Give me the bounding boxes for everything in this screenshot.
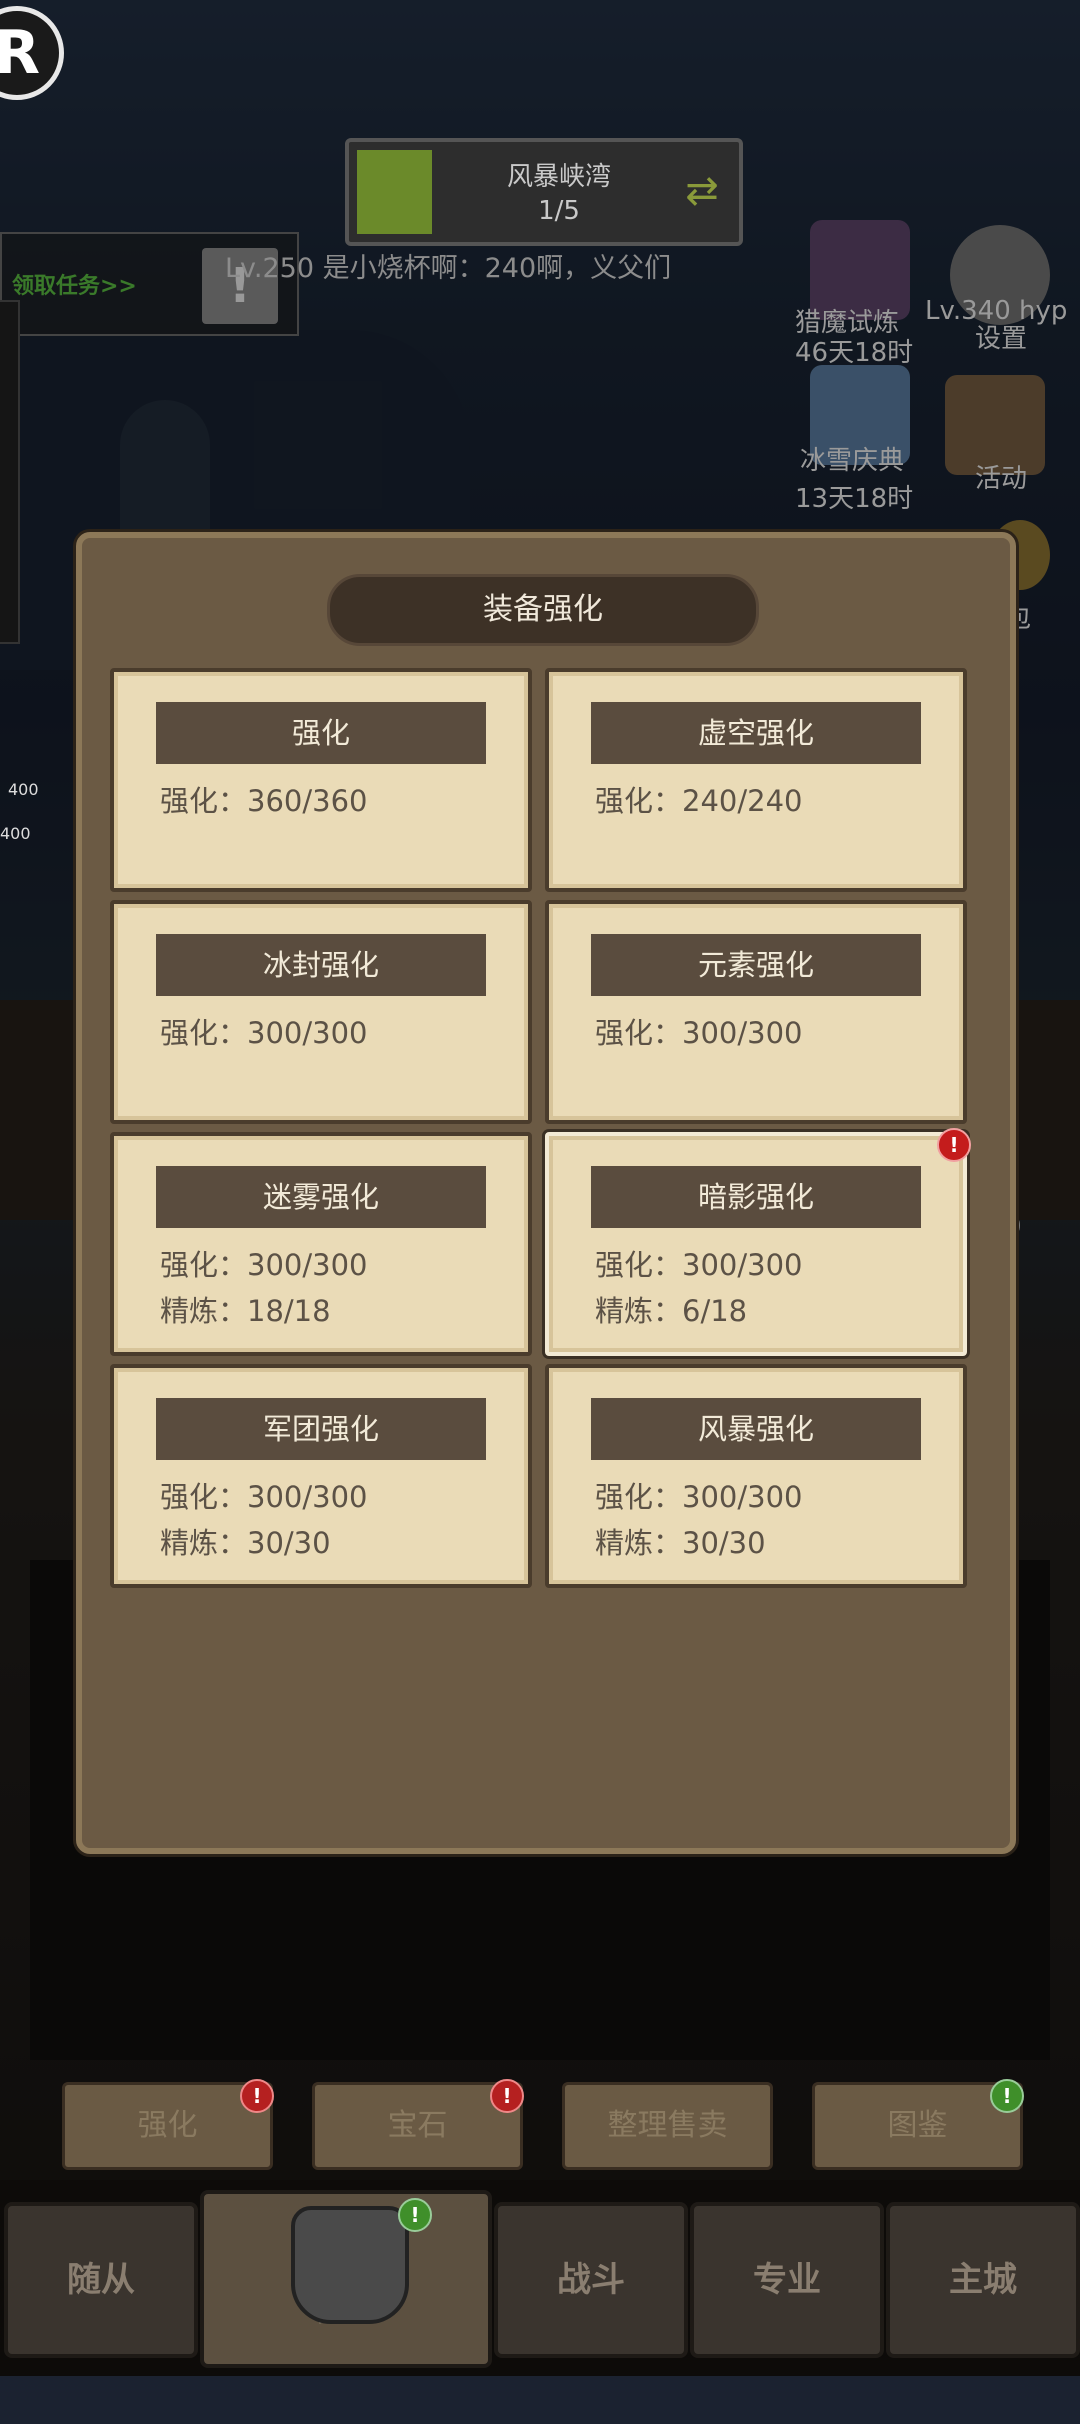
nav-followers-label: 随从 (67, 2260, 135, 2300)
nav-battle-label: 战斗 (557, 2260, 625, 2300)
card-refine-level: 精炼：18/18 (160, 1294, 331, 1328)
stage-name: 风暴峡湾 (506, 162, 611, 192)
card-title: 冰封强化 (156, 934, 486, 996)
nav-profession[interactable]: 专业 (690, 2202, 884, 2358)
card-enhance-level: 强化：300/300 (595, 1016, 803, 1050)
card-refine-level: 精炼：30/30 (160, 1526, 331, 1560)
nav-equipment[interactable]: 装备 ! (200, 2190, 492, 2368)
enhance-tab-label: 强化 (137, 2108, 198, 2143)
sort-sell-label: 整理售卖 (607, 2108, 728, 2143)
card-element-enhance[interactable]: 元素强化 强化：300/300 (545, 900, 967, 1124)
nav-battle[interactable]: 战斗 (494, 2202, 688, 2358)
stage-progress: 1/5 (538, 196, 580, 226)
nav-followers[interactable]: 随从 (4, 2202, 198, 2358)
codex-tab-button[interactable]: 图鉴 ! (812, 2079, 1024, 2170)
task-label[interactable]: 领取任务>> (12, 268, 137, 300)
alert-badge-icon: ! (937, 1128, 971, 1162)
event-timer-2: 13天18时 (795, 484, 914, 514)
card-enhance-level: 强化：300/300 (160, 1016, 368, 1050)
event-label-2: 冰雪庆典 (800, 446, 905, 476)
card-enhance[interactable]: 强化 强化：360/360 (110, 668, 532, 892)
card-title: 强化 (156, 702, 486, 764)
card-title: 风暴强化 (591, 1398, 921, 1460)
modal-title: 装备强化 (327, 574, 759, 646)
card-refine-level: 精炼：6/18 (595, 1294, 748, 1328)
armor-icon (291, 2206, 409, 2324)
card-shadow-enhance[interactable]: 暗影强化 强化：300/300 精炼：6/18 ! (545, 1128, 971, 1356)
alert-badge-icon: ! (490, 2079, 524, 2113)
card-enhance-level: 强化：300/300 (160, 1248, 368, 1282)
codex-tab-label: 图鉴 (887, 2108, 948, 2143)
card-enhance-level: 强化：300/300 (595, 1248, 803, 1282)
card-frozen-enhance[interactable]: 冰封强化 强化：300/300 (110, 900, 532, 1124)
card-title: 暗影强化 (591, 1166, 921, 1228)
event-timer-1: 46天18时 (795, 338, 914, 368)
card-void-enhance[interactable]: 虚空强化 强化：240/240 (545, 668, 967, 892)
gem-tab-label: 宝石 (387, 2108, 448, 2143)
card-enhance-level: 强化：300/300 (595, 1480, 803, 1514)
card-title: 迷雾强化 (156, 1166, 486, 1228)
left-side-tab[interactable] (0, 300, 20, 644)
alert-badge-icon: ! (398, 2198, 432, 2232)
card-refine-level: 精炼：30/30 (595, 1526, 766, 1560)
stage-progress-bar (357, 150, 432, 234)
card-legion-enhance[interactable]: 军团强化 强化：300/300 精炼：30/30 (110, 1364, 532, 1588)
card-storm-enhance[interactable]: 风暴强化 强化：300/300 精炼：30/30 (545, 1364, 967, 1588)
settings-label: 设置 (975, 324, 1028, 354)
nav-main-city-label: 主城 (949, 2260, 1017, 2300)
card-enhance-level: 强化：240/240 (595, 784, 803, 818)
stage-indicator[interactable]: 风暴峡湾 1/5 ⇄ (345, 138, 743, 246)
hp-value-1: 400 (8, 780, 39, 799)
card-title: 元素强化 (591, 934, 921, 996)
nav-main-city[interactable]: 主城 (886, 2202, 1080, 2358)
chat-message[interactable]: Lv.250 是小烧杯啊：240啊，义父们 (225, 246, 671, 285)
enhance-tab-button[interactable]: 强化 ! (62, 2079, 274, 2170)
alert-badge-icon: ! (990, 2079, 1024, 2113)
nav-profession-label: 专业 (753, 2260, 821, 2300)
hp-value-2: 400 (0, 824, 31, 843)
card-enhance-level: 强化：360/360 (160, 784, 368, 818)
activity-label: 活动 (975, 464, 1028, 494)
alert-badge-icon: ! (240, 2079, 274, 2113)
card-title: 虚空强化 (591, 702, 921, 764)
sort-sell-button[interactable]: 整理售卖 (562, 2082, 773, 2170)
gem-tab-button[interactable]: 宝石 ! (312, 2079, 524, 2170)
card-enhance-level: 强化：300/300 (160, 1480, 368, 1514)
cycle-icon[interactable]: ⇄ (679, 168, 725, 214)
card-title: 军团强化 (156, 1398, 486, 1460)
card-mist-enhance[interactable]: 迷雾强化 强化：300/300 精炼：18/18 (110, 1132, 532, 1356)
